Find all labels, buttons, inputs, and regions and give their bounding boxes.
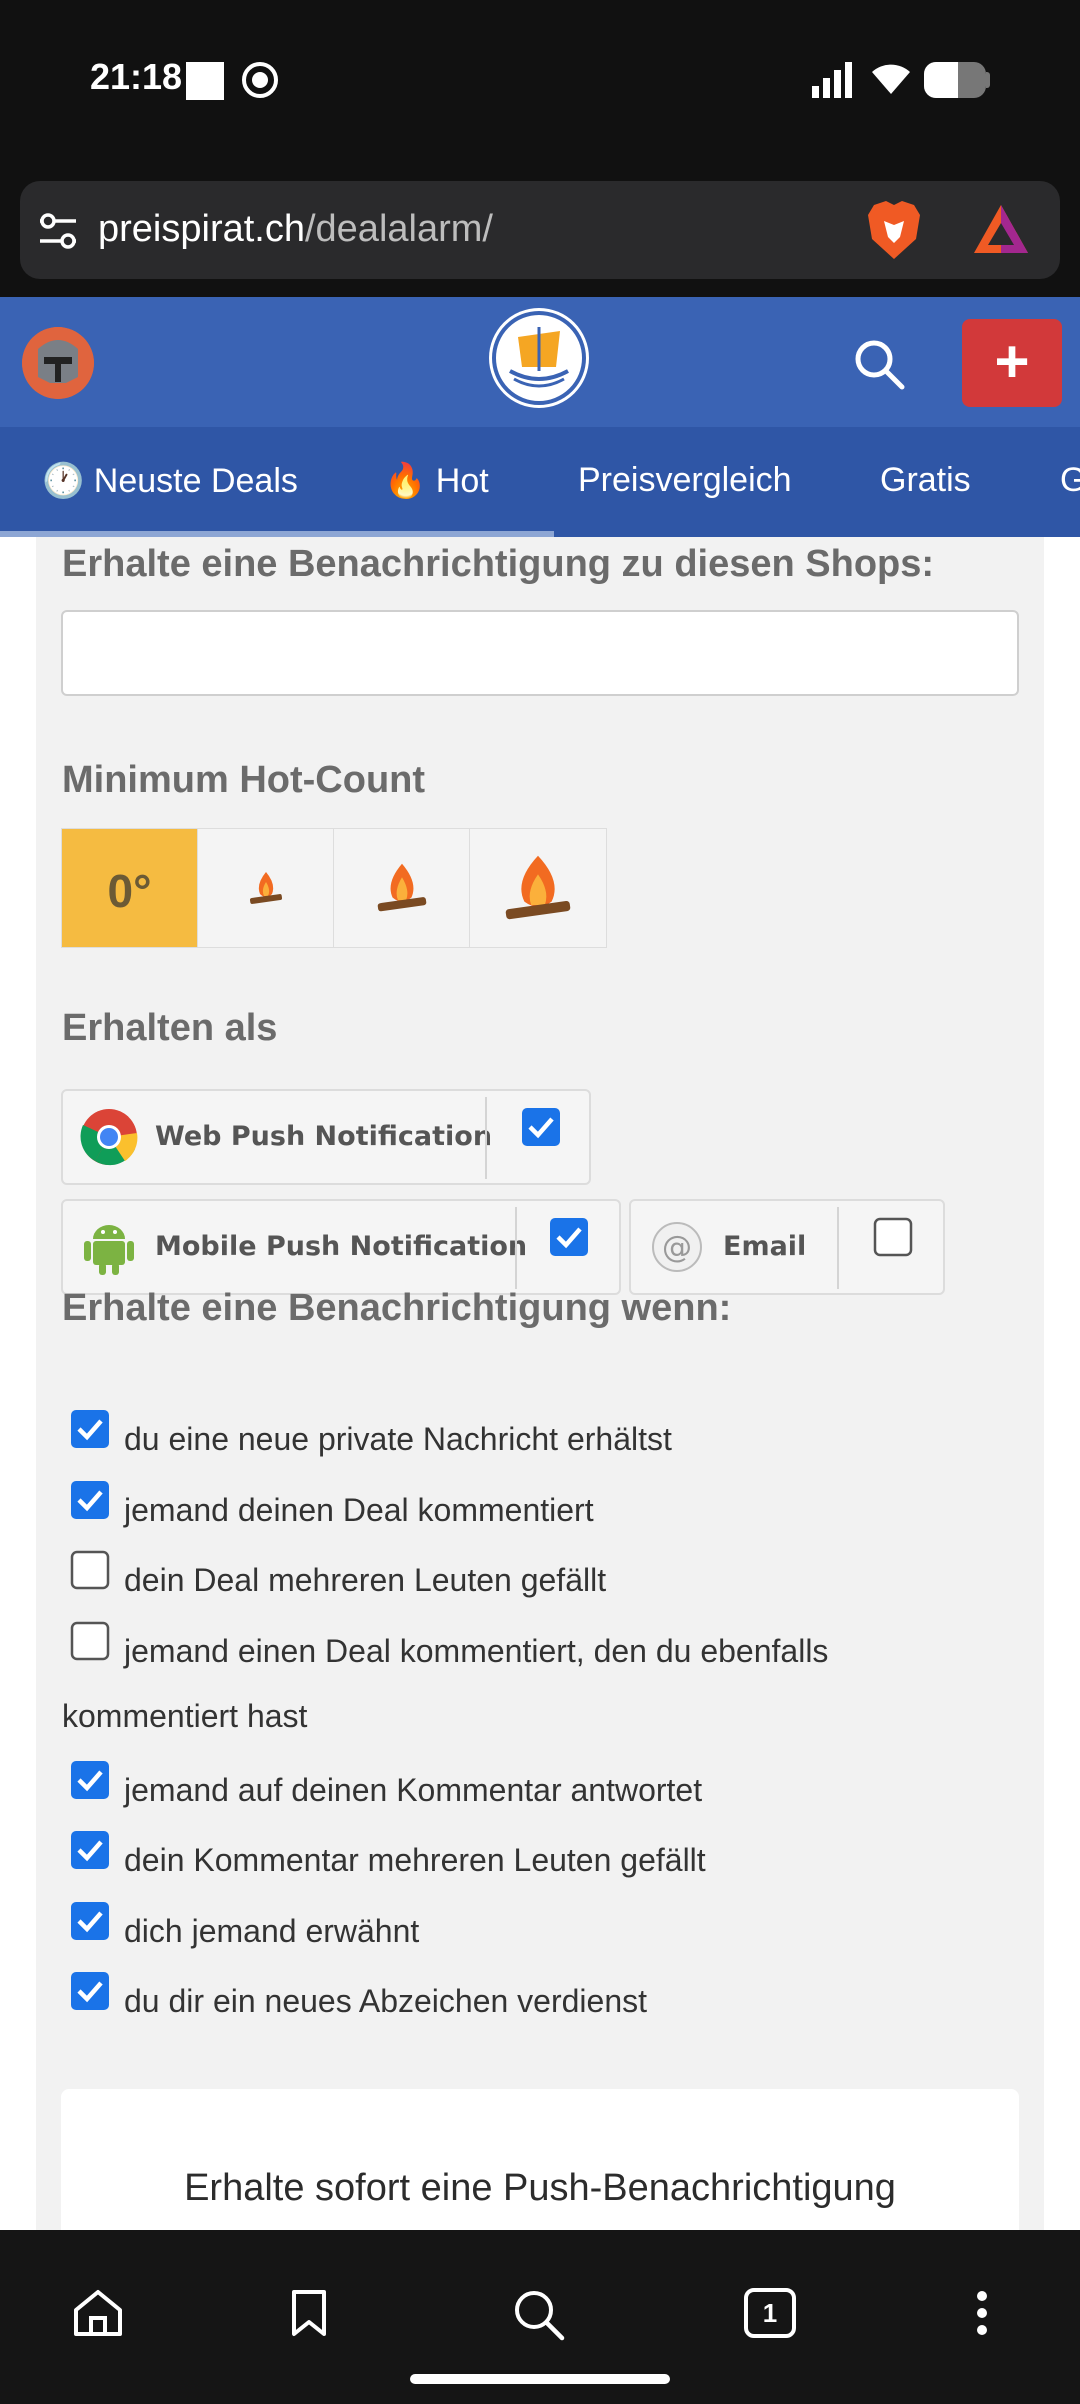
globe-icon bbox=[242, 62, 278, 98]
tab-gratis[interactable]: Gratis bbox=[880, 461, 971, 500]
email-checkbox[interactable] bbox=[873, 1217, 913, 1257]
more-menu-icon[interactable] bbox=[974, 2288, 990, 2338]
url-bar[interactable]: preispirat.ch/dealalarm/ bbox=[20, 181, 1060, 279]
channel-web-push: Web Push Notification bbox=[61, 1089, 591, 1185]
category-tabs: 🕐 Neuste Deals 🔥 Hot Preisvergleich Grat… bbox=[0, 427, 1080, 537]
channel-email-label: Email bbox=[723, 1231, 807, 1262]
channel-mobile-push: Mobile Push Notification bbox=[61, 1199, 621, 1295]
tab-preisvergleich[interactable]: Preisvergleich bbox=[578, 461, 792, 500]
checkbox-checked[interactable] bbox=[70, 1830, 110, 1870]
push-promo-card: Erhalte sofort eine Push-Benachrichtigun… bbox=[61, 2089, 1019, 2230]
user-avatar[interactable] bbox=[22, 327, 94, 399]
checkbox-checked[interactable] bbox=[70, 1971, 110, 2011]
notify-option-label-continuation: kommentiert hast bbox=[62, 1698, 308, 1734]
site-settings-icon[interactable] bbox=[36, 209, 80, 253]
notify-heading: Erhalte eine Benachrichtigung wenn: bbox=[62, 1287, 732, 1329]
notify-option-label: dein Deal mehreren Leuten gefällt bbox=[124, 1562, 607, 1598]
push-promo-text: Erhalte sofort eine Push-Benachrichtigun… bbox=[184, 2167, 896, 2209]
notification-square-icon bbox=[186, 62, 224, 100]
url-path: /dealalarm/ bbox=[304, 208, 493, 250]
notify-option-followed-deal-comment[interactable]: jemand einen Deal kommentiert, den du eb… bbox=[70, 1621, 1030, 1671]
site-logo[interactable] bbox=[492, 311, 586, 405]
notify-option-deal-liked[interactable]: dein Deal mehreren Leuten gefällt bbox=[70, 1550, 1030, 1600]
tab-neuste-deals[interactable]: 🕐 Neuste Deals bbox=[42, 461, 298, 501]
channel-mobile-push-label: Mobile Push Notification bbox=[155, 1231, 528, 1262]
checkbox-checked[interactable] bbox=[70, 1409, 110, 1449]
status-bar: 21:18 bbox=[0, 0, 1080, 165]
checkbox-checked[interactable] bbox=[70, 1760, 110, 1800]
notify-option-deal-comment[interactable]: jemand deinen Deal kommentiert bbox=[70, 1480, 1030, 1530]
at-sign-icon: @ bbox=[652, 1222, 702, 1272]
svg-text:@: @ bbox=[662, 1230, 692, 1265]
campfire-medium-icon bbox=[377, 863, 426, 912]
tab-hot[interactable]: 🔥 Hot bbox=[384, 461, 489, 501]
notify-option-label: du eine neue private Nachricht erhältst bbox=[124, 1421, 672, 1457]
browser-bottom-bar: 1 bbox=[0, 2230, 1080, 2404]
status-time: 21:18 bbox=[90, 56, 183, 97]
home-icon[interactable] bbox=[72, 2288, 124, 2338]
brave-shields-icon[interactable] bbox=[866, 199, 922, 261]
add-deal-button[interactable]: + bbox=[962, 319, 1062, 407]
ship-logo-icon bbox=[509, 327, 569, 388]
notify-option-comment-reply[interactable]: jemand auf deinen Kommentar antwortet bbox=[70, 1760, 1030, 1810]
shops-input[interactable] bbox=[61, 610, 1019, 696]
hotcount-option-1[interactable] bbox=[198, 829, 334, 947]
mobile-push-checkbox[interactable] bbox=[549, 1217, 589, 1257]
shops-heading: Erhalte eine Benachrichtigung zu diesen … bbox=[62, 543, 935, 585]
hotcount-option-2[interactable] bbox=[334, 829, 470, 947]
hotcount-heading: Minimum Hot-Count bbox=[62, 759, 426, 801]
notify-option-label: jemand einen Deal kommentiert, den du eb… bbox=[124, 1633, 829, 1669]
android-icon bbox=[84, 1225, 134, 1275]
campfire-large-icon bbox=[505, 855, 571, 920]
channel-web-push-label: Web Push Notification bbox=[155, 1121, 493, 1152]
notify-option-private-message[interactable]: du eine neue private Nachricht erhältst bbox=[70, 1409, 1030, 1459]
notify-option-label: dich jemand erwähnt bbox=[124, 1913, 420, 1949]
notify-option-label: jemand auf deinen Kommentar antwortet bbox=[124, 1772, 703, 1808]
home-indicator[interactable] bbox=[410, 2374, 670, 2384]
notify-option-label: jemand deinen Deal kommentiert bbox=[124, 1492, 594, 1528]
checkbox-checked[interactable] bbox=[70, 1901, 110, 1941]
checkbox-unchecked[interactable] bbox=[70, 1621, 110, 1661]
battery-icon bbox=[924, 62, 986, 98]
site-header: + bbox=[0, 297, 1080, 427]
checkbox-unchecked[interactable] bbox=[70, 1550, 110, 1590]
receive-heading: Erhalten als bbox=[62, 1007, 278, 1049]
campfire-small-icon bbox=[249, 872, 282, 904]
notify-option-label: du dir ein neues Abzeichen verdienst bbox=[124, 1983, 648, 2019]
bookmark-icon[interactable] bbox=[290, 2288, 328, 2338]
notify-option-badge-earned[interactable]: du dir ein neues Abzeichen verdienst bbox=[70, 1971, 1030, 2021]
notify-option-label: dein Kommentar mehreren Leuten gefällt bbox=[124, 1842, 706, 1878]
main-content: Erhalte eine Benachrichtigung zu diesen … bbox=[0, 537, 1080, 2230]
channel-email: @ Email bbox=[629, 1199, 945, 1295]
helmet-icon bbox=[22, 327, 94, 399]
hotcount-zero-label: 0° bbox=[107, 865, 152, 917]
signal-icon bbox=[812, 62, 852, 98]
brave-rewards-icon[interactable] bbox=[972, 203, 1030, 255]
search-icon[interactable] bbox=[512, 2288, 566, 2342]
chrome-icon bbox=[80, 1109, 138, 1166]
tab-next[interactable]: G bbox=[1060, 461, 1080, 500]
checkbox-checked[interactable] bbox=[70, 1480, 110, 1520]
url-text[interactable]: preispirat.ch/dealalarm/ bbox=[98, 208, 493, 251]
hotcount-option-3[interactable] bbox=[470, 829, 606, 947]
url-domain: preispirat.ch bbox=[98, 208, 305, 250]
notify-option-mentioned[interactable]: dich jemand erwähnt bbox=[70, 1901, 1030, 1951]
web-push-checkbox[interactable] bbox=[521, 1107, 561, 1147]
wifi-icon bbox=[872, 64, 910, 94]
tabs-count-button[interactable]: 1 bbox=[744, 2288, 796, 2338]
notify-option-comment-liked[interactable]: dein Kommentar mehreren Leuten gefällt bbox=[70, 1830, 1030, 1880]
hotcount-selector: 0° bbox=[61, 828, 607, 948]
hotcount-option-0[interactable]: 0° bbox=[62, 829, 198, 947]
search-icon[interactable] bbox=[852, 337, 906, 391]
